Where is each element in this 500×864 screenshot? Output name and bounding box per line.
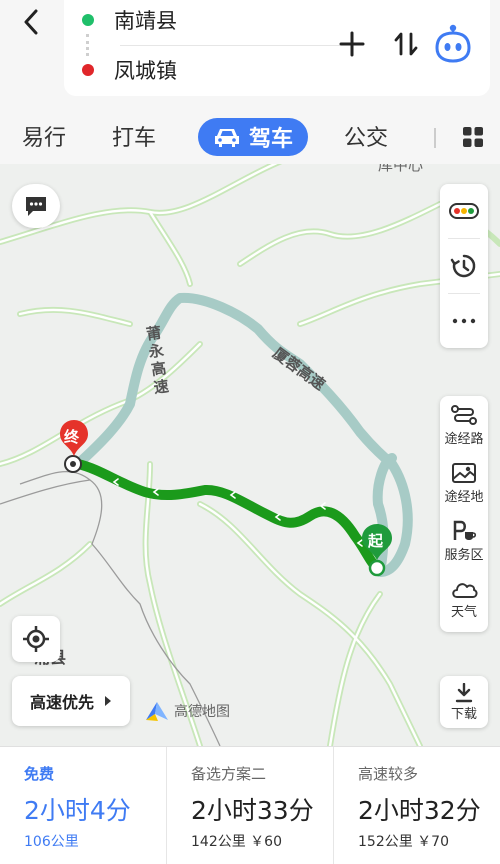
tool-via-road-label: 途经路 [444, 431, 484, 447]
route-option-meta: 152公里 ￥70 [358, 834, 449, 850]
route-preference-label: 高速优先 [29, 693, 94, 712]
tab-taxi[interactable]: 打车 [112, 116, 156, 156]
route-options: 免费 2小时4分 106公里 备选方案二 2小时33分 142公里 ￥60 高速… [0, 746, 500, 864]
swap-icon [394, 32, 418, 56]
tool-via-place-label: 途经地 [444, 489, 484, 505]
history-button[interactable] [440, 239, 488, 293]
grid-icon[interactable] [462, 126, 484, 148]
start-marker-label: 起 [368, 532, 384, 550]
route-option-tag: 备选方案二 [191, 765, 267, 783]
assistant-avatar-icon[interactable] [432, 22, 474, 64]
route-option-meta: 142公里 ￥60 [191, 834, 282, 850]
map-canvas [0, 164, 500, 746]
more-icon [452, 318, 476, 324]
cloud-icon [452, 582, 478, 598]
map-view[interactable]: 终 起 浦县 库中心 莆永高速 厦蓉高速 [0, 164, 500, 746]
triangle-right-icon [105, 696, 111, 706]
history-icon [450, 254, 476, 278]
route-header: 南靖县 凤城镇 [0, 0, 500, 110]
map-label-cut: 库中心 [378, 164, 424, 174]
download-icon [455, 682, 473, 702]
tab-walk[interactable]: 易行 [22, 116, 66, 156]
route-option-tag: 高速较多 [358, 765, 419, 783]
route-option-free[interactable]: 免费 2小时4分 106公里 [0, 747, 166, 864]
chevron-left-icon [24, 9, 38, 35]
traffic-button[interactable] [440, 184, 488, 238]
tab-drive[interactable]: 驾车 [198, 118, 308, 156]
transport-mode-tabs: 易行 打车 驾车 公交 [0, 110, 500, 164]
route-option-alt-two[interactable]: 备选方案二 2小时33分 142公里 ￥60 [166, 747, 332, 864]
car-icon [214, 129, 239, 147]
message-button[interactable] [12, 184, 60, 228]
tool-weather[interactable]: 天气 [440, 570, 488, 628]
tool-via-place[interactable]: 途经地 [440, 454, 488, 512]
tab-drive-label: 驾车 [248, 127, 293, 152]
end-marker-label: 终 [64, 428, 80, 446]
more-button[interactable] [440, 294, 488, 348]
tool-service-area[interactable]: 服务区 [440, 512, 488, 570]
route-option-meta: 106公里 [24, 834, 79, 850]
download-button[interactable]: 下载 [440, 676, 488, 728]
tab-bus[interactable]: 公交 [344, 116, 388, 156]
via-road-icon [451, 404, 477, 425]
route-option-highway[interactable]: 高速较多 2小时32分 152公里 ￥70 [333, 747, 499, 864]
amap-logo: 高德地图 [144, 700, 230, 722]
end-dot-icon [82, 64, 94, 76]
start-location-row[interactable]: 南靖县 [82, 0, 177, 40]
back-button[interactable] [14, 4, 50, 40]
amap-logo-text: 高德地图 [174, 704, 230, 720]
download-label: 下载 [450, 706, 477, 722]
route-preference-button[interactable]: 高速优先 [12, 676, 130, 726]
route-tools-panel: 途经路 途经地 服务区 天气 [440, 396, 488, 632]
map-options-panel [440, 184, 488, 348]
swap-route-button[interactable] [388, 26, 424, 62]
add-waypoint-button[interactable] [334, 26, 370, 62]
locate-button[interactable] [12, 616, 60, 662]
chat-icon [26, 197, 46, 216]
route-card: 南靖县 凤城镇 [64, 0, 490, 96]
traffic-light-icon [449, 203, 479, 219]
route-option-time: 2小时4分 [24, 796, 131, 825]
end-location-row[interactable]: 凤城镇 [82, 50, 177, 90]
tab-divider [434, 128, 436, 148]
end-location: 凤城镇 [114, 59, 177, 83]
start-location: 南靖县 [114, 9, 177, 33]
route-option-time: 2小时32分 [358, 796, 481, 825]
plus-icon [339, 31, 365, 57]
locate-icon [23, 626, 49, 652]
tool-weather-label: 天气 [450, 604, 477, 620]
tool-via-road[interactable]: 途经路 [440, 396, 488, 454]
route-divider [120, 45, 340, 46]
parking-cafe-icon [453, 520, 477, 540]
amap-logo-icon [146, 702, 168, 721]
route-option-time: 2小时33分 [191, 796, 314, 825]
via-place-icon [452, 462, 476, 483]
start-dot-icon [82, 14, 94, 26]
route-option-tag: 免费 [24, 765, 55, 783]
tool-service-area-label: 服务区 [444, 547, 484, 563]
